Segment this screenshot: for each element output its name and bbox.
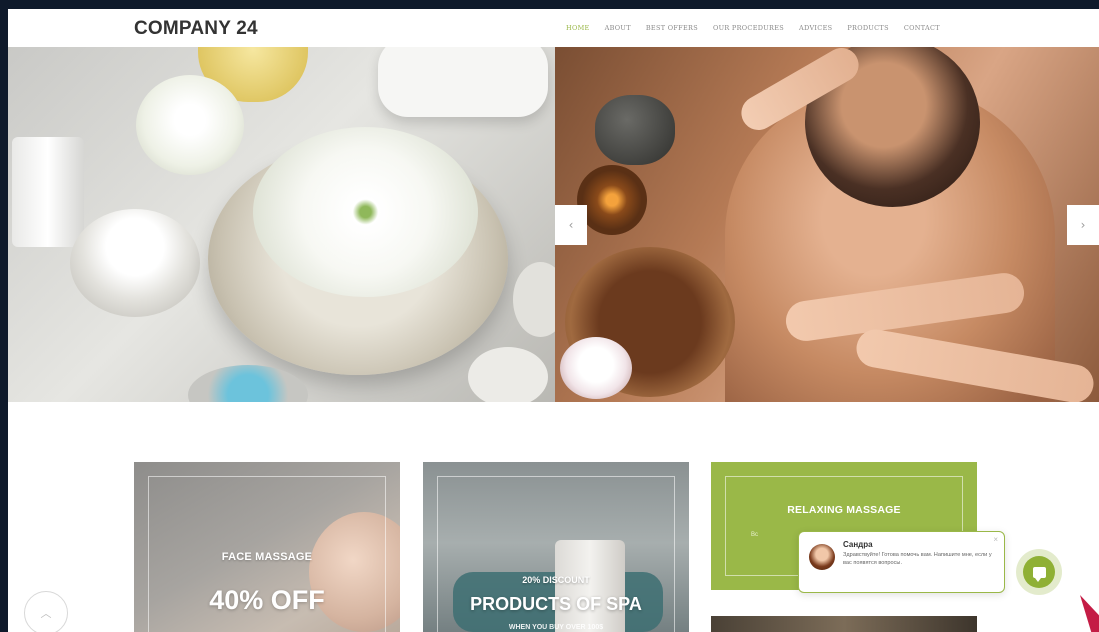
promo-card-face-massage[interactable]: FACE MASSAGE 40% OFF: [134, 462, 400, 632]
avatar: [809, 544, 835, 570]
chat-button-inner: [1023, 556, 1055, 588]
spa-stone: [513, 262, 555, 337]
chevron-left-icon: ‹: [568, 218, 574, 232]
salt-glass: [12, 137, 84, 247]
small-rose: [136, 75, 244, 175]
nav-advices[interactable]: ADVICES: [799, 24, 832, 32]
blue-salt: [188, 365, 308, 402]
promo-note: WHEN YOU BUY OVER 100$: [508, 624, 604, 631]
promo-title: 40% OFF: [209, 585, 325, 615]
promo-subtitle: 20% DISCOUNT: [522, 575, 590, 585]
cursor-arrow-icon: [1067, 588, 1099, 632]
main-nav: HOME ABOUT BEST OFFERS OUR PROCEDURES AD…: [566, 24, 940, 32]
hero-slider[interactable]: ‹ ›: [8, 47, 1099, 402]
chat-popup[interactable]: Сандра Здравствуйте! Готова помочь вам. …: [798, 531, 1005, 593]
spa-stone: [468, 347, 548, 402]
nav-best-offers[interactable]: BEST OFFERS: [646, 24, 698, 32]
nav-contact[interactable]: CONTACT: [904, 24, 940, 32]
chevron-up-icon: ︿: [40, 607, 52, 620]
promo-title: PRODUCTS OF SPA: [470, 594, 642, 614]
nav-our-procedures[interactable]: OUR PROCEDURES: [713, 24, 784, 32]
nav-home[interactable]: HOME: [566, 24, 590, 32]
scroll-top-button[interactable]: ︿: [24, 591, 68, 632]
chat-bubble-icon: [1032, 566, 1046, 582]
slider-next-button[interactable]: ›: [1067, 205, 1099, 245]
spa-flowers-image: [8, 47, 555, 402]
nav-about[interactable]: ABOUT: [605, 24, 631, 32]
promo-card-spa-products[interactable]: 20% DISCOUNT PRODUCTS OF SPA WHEN YOU BU…: [423, 462, 689, 632]
promo-subtitle: FACE MASSAGE: [221, 551, 313, 563]
nav-products[interactable]: PRODUCTS: [847, 24, 888, 32]
promo-title: RELAXING MASSAGE: [787, 504, 901, 516]
close-icon[interactable]: ×: [993, 535, 998, 544]
chat-message: Здравствуйте! Готова помочь вам. Напишит…: [843, 552, 992, 566]
dark-stone: [595, 95, 675, 165]
cream-jar: [560, 337, 632, 399]
site-logo[interactable]: COMPANY 24: [134, 18, 258, 40]
large-rose: [253, 127, 478, 297]
chat-agent-name: Сандра: [843, 540, 873, 549]
towel: [378, 47, 548, 117]
promo-text: Вс: [751, 532, 759, 538]
promo-card-image[interactable]: [711, 616, 977, 632]
site-header: COMPANY 24 HOME ABOUT BEST OFFERS OUR PR…: [8, 9, 1099, 47]
slider-prev-button[interactable]: ‹: [555, 205, 587, 245]
chat-button[interactable]: [1016, 549, 1062, 595]
massage-image: [555, 47, 1099, 402]
chevron-right-icon: ›: [1080, 218, 1086, 232]
page: COMPANY 24 HOME ABOUT BEST OFFERS OUR PR…: [8, 9, 1099, 632]
tealight: [577, 165, 647, 235]
candle: [70, 209, 200, 317]
